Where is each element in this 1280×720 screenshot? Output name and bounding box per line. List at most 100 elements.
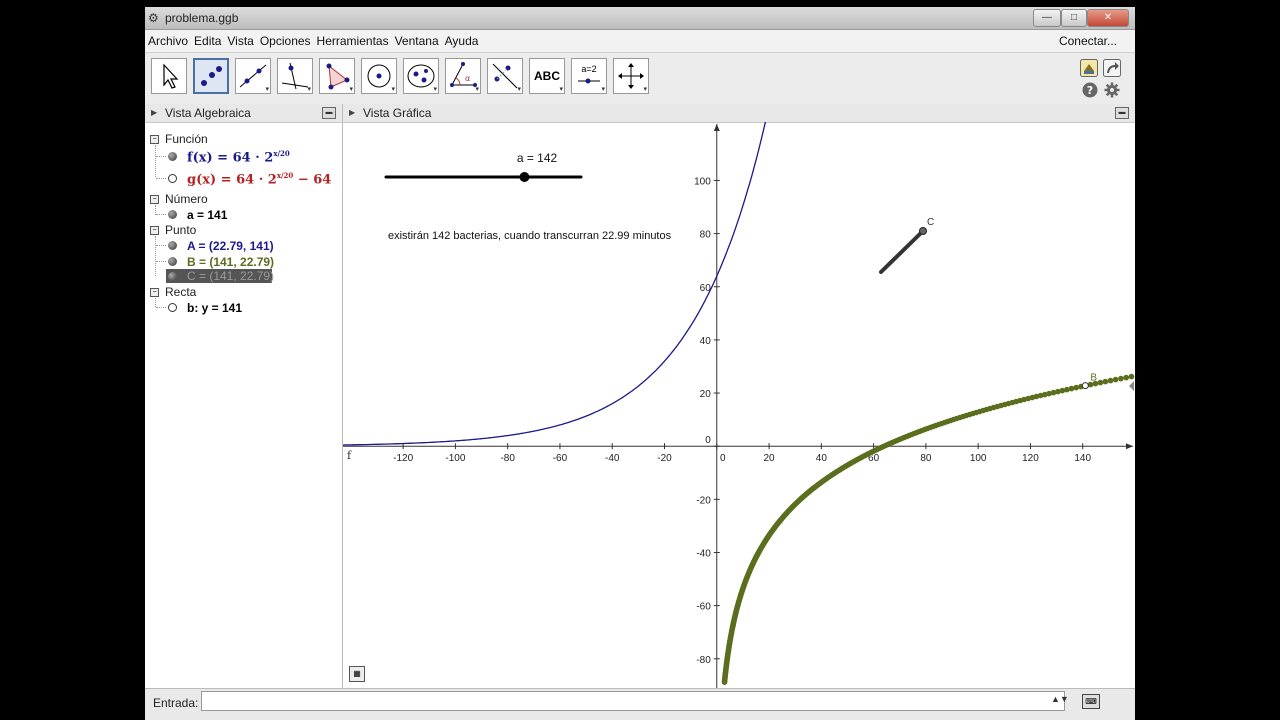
style-bar-toggle-icon[interactable]: ▦ [349, 666, 365, 682]
function-g-point [1112, 376, 1119, 383]
visibility-toggle-C[interactable] [168, 272, 177, 281]
collapse-triangle-icon[interactable]: ▶ [151, 104, 157, 122]
graphics-view-title: Vista Gráfica [363, 106, 432, 120]
y-tick-label: 40 [700, 336, 712, 347]
point-B-marker[interactable] [1081, 382, 1089, 390]
x-axis-arrow [1126, 443, 1133, 450]
x-tick-label: -120 [393, 453, 413, 464]
category-recta: Recta [165, 285, 197, 299]
panel-menu-icon[interactable]: ▬ [322, 107, 336, 119]
x-tick-label: 120 [1022, 453, 1039, 464]
svg-text:?: ? [1087, 84, 1093, 97]
ellipse-tool[interactable]: ▾ [403, 58, 439, 94]
visibility-toggle-g[interactable] [168, 174, 177, 183]
number-a[interactable]: a = 141 [187, 208, 227, 222]
x-tick-label: 100 [970, 453, 987, 464]
circle-tool[interactable]: ▾ [361, 58, 397, 94]
menu-ventana[interactable]: Ventana [392, 30, 442, 52]
function-g-point [1102, 378, 1109, 385]
close-button[interactable]: ✕ [1087, 9, 1129, 27]
function-g-point [1064, 386, 1070, 393]
y-tick-label: -20 [696, 495, 711, 506]
point-C-label: C [927, 217, 934, 228]
y-axis-arrow [713, 124, 720, 131]
toggle-punto[interactable]: − [150, 226, 159, 235]
help-icon[interactable]: ? [1082, 82, 1100, 100]
line-tool[interactable]: ▾ [235, 58, 271, 94]
text-tool[interactable]: ABC ▾ [529, 58, 565, 94]
visibility-toggle-a[interactable] [168, 210, 177, 219]
gear-icon[interactable] [1104, 82, 1122, 100]
algebra-view: ▶ Vista Algebraica ▬ − Función f(x) = 64… [145, 104, 343, 688]
menu-herramientas[interactable]: Herramientas [314, 30, 392, 52]
visibility-toggle-A[interactable] [168, 241, 177, 250]
function-g-point [1073, 384, 1079, 391]
undo-icon[interactable] [1080, 59, 1098, 77]
menu-edita[interactable]: Edita [191, 30, 224, 52]
menu-bar: Archivo Edita Vista Opciones Herramientas Ven… [145, 30, 1135, 53]
function-g[interactable]: g(x) = 64 · 2x/20 − 64 [187, 171, 331, 187]
point-A[interactable]: A = (22.79, 141) [187, 239, 274, 253]
y-tick-label: 100 [694, 176, 711, 187]
algebra-view-header: ▶ Vista Algebraica ▬ [145, 104, 342, 123]
menu-archivo[interactable]: Archivo [145, 30, 191, 52]
x-tick-label: 0 [720, 453, 726, 464]
y-tick-label: 0 [705, 435, 711, 446]
point-tool[interactable] [193, 58, 229, 94]
point-C: C = (141, 22.79) [187, 269, 275, 283]
x-tick-label: 80 [920, 453, 932, 464]
x-tick-label: -20 [657, 453, 672, 464]
menu-vista[interactable]: Vista [224, 30, 256, 52]
visibility-toggle-B[interactable] [168, 257, 177, 266]
y-tick-label: -60 [696, 602, 711, 613]
function-f[interactable]: f(x) = 64 · 2x/20 [187, 149, 290, 165]
collapse-triangle-icon[interactable]: ▶ [349, 104, 355, 122]
y-tick-label: -40 [696, 548, 711, 559]
menu-ayuda[interactable]: Ayuda [442, 30, 482, 52]
angle-tool[interactable]: α ▾ [445, 58, 481, 94]
x-tick-label: 140 [1074, 453, 1091, 464]
point-B[interactable]: B = (141, 22.79) [187, 255, 274, 269]
visibility-toggle-f[interactable] [168, 152, 177, 161]
maximize-button[interactable]: □ [1061, 9, 1087, 27]
connect-link[interactable]: Conectar... [1059, 30, 1117, 52]
slider-tool[interactable]: a=2 ▾ [571, 58, 607, 94]
move-view-tool[interactable]: ▾ [613, 58, 649, 94]
function-g-point [1107, 377, 1114, 384]
function-g-point [1068, 385, 1075, 392]
perpendicular-tool[interactable]: ▾ [277, 58, 313, 94]
point-C-row-selected[interactable]: C = (141, 22.79) [166, 269, 275, 283]
point-C-marker[interactable] [919, 227, 927, 235]
function-g-point [1097, 379, 1104, 386]
point-B-label: B [1090, 373, 1097, 384]
y-tick-label: 20 [700, 389, 712, 400]
move-tool[interactable] [151, 58, 187, 94]
toggle-funcion[interactable]: − [150, 135, 159, 144]
annotation-text[interactable]: existirán 142 bacterias, cuando transcur… [388, 230, 672, 242]
panel-menu-icon[interactable]: ▬ [1115, 107, 1129, 119]
input-field[interactable] [201, 691, 1065, 711]
side-panel-arrow-icon[interactable] [1129, 381, 1134, 391]
polygon-tool[interactable]: ▾ [319, 58, 355, 94]
toggle-numero[interactable]: − [150, 195, 159, 204]
input-label: Entrada: [153, 696, 199, 710]
app-window: ⚙ problema.ggb — □ ✕ Archivo Edita Vista Op… [145, 7, 1135, 720]
graphics-canvas[interactable]: -120 -100 -80 -60 -40 -20 0 20 40 60 80 100 120 140-8… [343, 122, 1135, 688]
minimize-button[interactable]: — [1033, 9, 1061, 27]
toggle-recta[interactable]: − [150, 288, 159, 297]
x-tick-label: -80 [500, 453, 515, 464]
category-funcion: Función [165, 132, 208, 146]
menu-opciones[interactable]: Opciones [257, 30, 314, 52]
category-numero: Número [165, 192, 208, 206]
reflect-tool[interactable]: ▾ [487, 58, 523, 94]
slider-handle[interactable] [519, 172, 530, 182]
x-tick-label: 20 [763, 453, 775, 464]
window-title: problema.ggb [165, 11, 239, 25]
history-spinner-icon[interactable]: ▲▼ [1051, 694, 1069, 704]
redo-icon[interactable] [1103, 59, 1121, 77]
function-g-point [1123, 374, 1129, 381]
visibility-toggle-b[interactable] [168, 303, 177, 312]
keyboard-icon[interactable]: ⌨ [1082, 694, 1100, 709]
line-b[interactable]: b: y = 141 [187, 301, 242, 315]
graphics-view-header: ▶ Vista Gráfica ▬ [343, 104, 1135, 123]
